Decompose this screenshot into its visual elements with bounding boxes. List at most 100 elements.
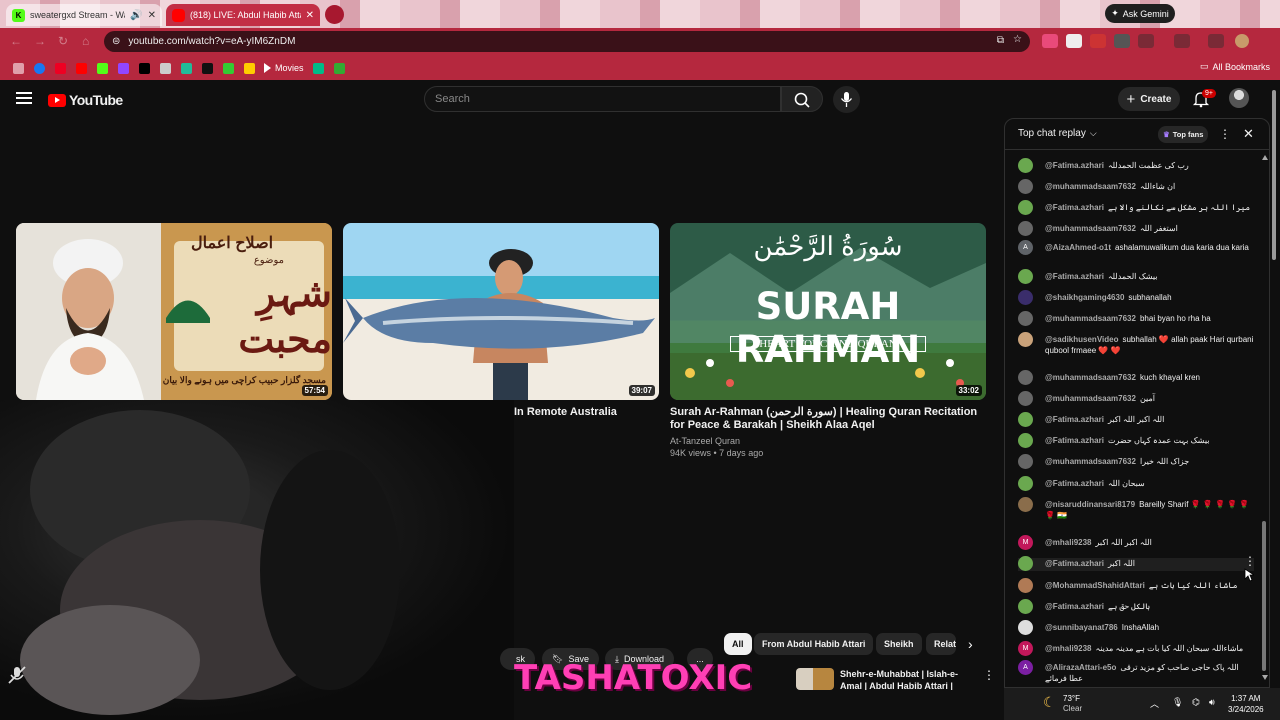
- tab-youtube-live[interactable]: (818) ​LIVE: Abdul Habib Atta ✕: [166, 4, 320, 26]
- chat-message[interactable]: @muhammadsaam7632 جزاک اللہ خیرا: [1018, 454, 1254, 469]
- chat-author-name[interactable]: @Fatima.azhari: [1045, 479, 1104, 488]
- bookmark-icon[interactable]: [176, 60, 197, 76]
- address-bar[interactable]: ⊜ youtube.com/watch?v=eA-yIM6ZnDM ⧉ ☆: [104, 31, 1030, 52]
- search-input[interactable]: Search: [424, 86, 781, 112]
- video-title-2[interactable]: In Remote Australia: [514, 406, 617, 419]
- chat-author-avatar[interactable]: [1018, 200, 1033, 215]
- chat-author-name[interactable]: @Fatima.azhari: [1045, 415, 1104, 424]
- bookmark-icon[interactable]: [239, 60, 260, 76]
- extension-icon[interactable]: [1042, 34, 1058, 48]
- back-icon[interactable]: ←: [10, 34, 22, 48]
- video-title-3[interactable]: Surah Ar-Rahman (سورة الرحمن) | Healing …: [670, 406, 986, 432]
- chat-author-name[interactable]: @muhammadsaam7632: [1045, 373, 1136, 382]
- chevron-up-icon[interactable]: ︿: [1150, 697, 1159, 710]
- page-scrollbar[interactable]: [1271, 82, 1277, 692]
- chat-message[interactable]: @muhammadsaam7632 استغفر اللہ: [1018, 221, 1254, 236]
- extension-icon[interactable]: [1174, 34, 1190, 48]
- chat-message[interactable]: M @mhali9238 ماشاءاللہ سبحان اللہ کیا بات …: [1018, 641, 1254, 656]
- bookmark-icon[interactable]: [155, 60, 176, 76]
- volume-icon[interactable]: 🔊︎: [1209, 697, 1215, 708]
- chat-message[interactable]: @Fatima.azhari بیشک الحمدللہ: [1018, 269, 1254, 284]
- bookmark-icon[interactable]: [308, 60, 329, 76]
- extension-icon[interactable]: [1208, 34, 1224, 48]
- chat-author-avatar[interactable]: [1018, 476, 1033, 491]
- forward-icon[interactable]: →: [34, 34, 46, 48]
- extension-icon[interactable]: [1114, 34, 1130, 48]
- chat-scrollbar[interactable]: [1262, 155, 1268, 680]
- tab-sweatergxd[interactable]: K sweatergxd Stream - Watch 🔊 ✕: [6, 4, 162, 26]
- chat-message[interactable]: @Fatima.azhari بیشک بہت عمدہ کہاں حضرت: [1018, 433, 1254, 448]
- chat-author-avatar[interactable]: M: [1018, 641, 1033, 656]
- chat-author-name[interactable]: @Fatima.azhari: [1045, 161, 1104, 170]
- mic-muted-icon[interactable]: [6, 664, 28, 686]
- chat-author-avatar[interactable]: [1018, 179, 1033, 194]
- chat-message[interactable]: @sunnibayanat786 InshaAllah: [1018, 620, 1254, 635]
- chat-author-avatar[interactable]: [1018, 221, 1033, 236]
- chat-more-icon[interactable]: ⋮: [1219, 127, 1231, 141]
- chevron-right-icon[interactable]: ›: [968, 636, 973, 652]
- chat-message[interactable]: @shaikhgaming4630 subhanallah: [1018, 290, 1254, 305]
- apps-icon[interactable]: [8, 60, 29, 76]
- chat-message[interactable]: M @mhali9238 اللہ اکبر اللہ اکبر: [1018, 535, 1254, 550]
- chat-author-name[interactable]: @muhammadsaam7632: [1045, 457, 1136, 466]
- clock[interactable]: 1:37 AM 3/24/2026: [1228, 693, 1264, 715]
- chat-author-name[interactable]: @mhali9238: [1045, 644, 1092, 653]
- message-menu-icon[interactable]: ⋮: [1244, 554, 1256, 568]
- close-chat-icon[interactable]: ✕: [1243, 126, 1254, 142]
- chip-all[interactable]: All: [724, 633, 752, 655]
- chat-message[interactable]: @muhammadsaam7632 bhai byan ho rha ha: [1018, 311, 1254, 326]
- chat-author-avatar[interactable]: A: [1018, 660, 1033, 675]
- bookmark-icon[interactable]: [50, 60, 71, 76]
- chat-author-name[interactable]: @muhammadsaam7632: [1045, 394, 1136, 403]
- chat-author-name[interactable]: @Fatima.azhari: [1045, 602, 1104, 611]
- chat-author-name[interactable]: @mhali9238: [1045, 538, 1092, 547]
- close-tab-icon[interactable]: ✕: [306, 10, 314, 21]
- chat-message[interactable]: @muhammadsaam7632 ان شاءاللہ: [1018, 179, 1254, 194]
- chat-author-name[interactable]: @nisaruddinansari8179: [1045, 500, 1135, 509]
- chat-message[interactable]: @muhammadsaam7632 آمین: [1018, 391, 1254, 406]
- bookmark-facebook-icon[interactable]: [29, 60, 50, 76]
- mic-tray-icon[interactable]: 🎙︎: [1172, 697, 1183, 708]
- bookmark-twitch-icon[interactable]: [113, 60, 134, 76]
- chat-author-name[interactable]: @AizaAhmed-o1t: [1045, 243, 1111, 252]
- bookmark-icon[interactable]: [329, 60, 350, 76]
- bookmark-kick-icon[interactable]: [92, 60, 113, 76]
- chat-message[interactable]: @Fatima.azhari رب کی عظمت الحمدللہ: [1018, 158, 1254, 173]
- chat-author-avatar[interactable]: [1018, 332, 1033, 347]
- chat-message[interactable]: A @AlirazaAttari-e5o اللہ پاک حاجی صاحب کو…: [1018, 660, 1254, 684]
- chat-message[interactable]: A @AizaAhmed-o1t ashalamuwalikum dua karia…: [1018, 240, 1254, 255]
- chat-mode-selector[interactable]: Top chat replay: [1018, 128, 1086, 139]
- chat-message[interactable]: @Fatima.azhari بالکل حق ہے: [1018, 599, 1254, 614]
- chat-author-name[interactable]: @Fatima.azhari: [1045, 559, 1104, 568]
- chat-author-avatar[interactable]: [1018, 412, 1033, 427]
- install-icon[interactable]: ⧉: [997, 35, 1004, 46]
- chat-author-name[interactable]: @Fatima.azhari: [1045, 436, 1104, 445]
- extension-icon[interactable]: [1066, 34, 1082, 48]
- home-icon[interactable]: ⌂: [82, 34, 89, 48]
- bookmark-x-icon[interactable]: [134, 60, 155, 76]
- chat-author-name[interactable]: @muhammadsaam7632: [1045, 314, 1136, 323]
- bookmark-youtube-icon[interactable]: [71, 60, 92, 76]
- all-bookmarks-button[interactable]: ▭ All Bookmarks: [1200, 61, 1270, 72]
- chat-author-name[interactable]: @muhammadsaam7632: [1045, 182, 1136, 191]
- chat-author-name[interactable]: @muhammadsaam7632: [1045, 224, 1136, 233]
- new-tab-button[interactable]: [325, 5, 344, 24]
- chat-author-name[interactable]: @sadikhusenVideo: [1045, 335, 1118, 344]
- close-tab-icon[interactable]: ✕: [148, 10, 156, 21]
- video-thumbnail-2[interactable]: 39:07: [343, 223, 659, 400]
- chat-author-name[interactable]: @MohammadShahidAttari: [1045, 581, 1145, 590]
- chat-author-avatar[interactable]: [1018, 556, 1033, 571]
- site-info-icon[interactable]: ⊜: [112, 36, 120, 47]
- chat-message[interactable]: @sadikhusenVideo subhallah ❤️ allah paak …: [1018, 332, 1254, 356]
- bookmark-star-icon[interactable]: ☆: [1013, 34, 1022, 45]
- extension-icon[interactable]: [1138, 34, 1154, 48]
- chat-author-avatar[interactable]: [1018, 497, 1033, 512]
- chevron-down-icon[interactable]: ⌵: [1090, 128, 1097, 139]
- chat-message[interactable]: @muhammadsaam7632 kuch khayal kren: [1018, 370, 1254, 385]
- bookmark-icon[interactable]: [197, 60, 218, 76]
- related-thumbnail[interactable]: [796, 668, 834, 690]
- chat-author-name[interactable]: @Fatima.azhari: [1045, 203, 1104, 212]
- chat-author-avatar[interactable]: [1018, 311, 1033, 326]
- chat-author-avatar[interactable]: [1018, 454, 1033, 469]
- chat-author-name[interactable]: @AlirazaAttari-e5o: [1045, 663, 1116, 672]
